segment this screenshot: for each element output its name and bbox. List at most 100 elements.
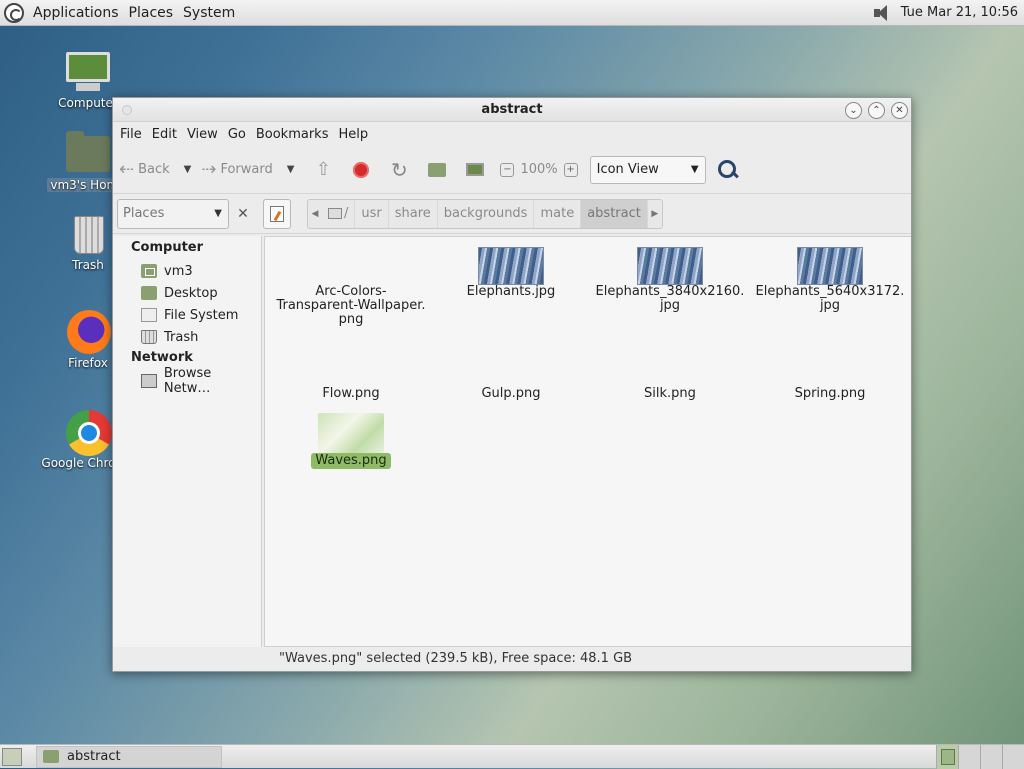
file-name: Gulp.png (481, 386, 541, 401)
menu-system[interactable]: System (178, 5, 240, 21)
minimize-button[interactable]: ⌄ (845, 102, 862, 119)
menu-file[interactable]: File (115, 127, 147, 142)
breadcrumb-backgrounds[interactable]: backgrounds (438, 199, 535, 228)
titlebar[interactable]: abstract ⌄ ⌃ ✕ (113, 98, 911, 122)
file-name: Elephants_5640x3172. jpg (755, 284, 905, 313)
sidebar-item-vm3[interactable]: vm3 (113, 260, 261, 282)
menu-help[interactable]: Help (333, 127, 373, 142)
computer-icon (66, 52, 110, 82)
back-button[interactable]: ⇠ Back (119, 159, 170, 180)
file-item[interactable]: Gulp.png (431, 349, 591, 401)
workspace-2[interactable] (958, 744, 980, 769)
sidebar-item-label: File System (164, 307, 239, 323)
file-item[interactable]: Spring.png (750, 349, 910, 401)
maximize-button[interactable]: ⌃ (868, 102, 885, 119)
view-mode-select[interactable]: Icon View ▼ (589, 155, 706, 184)
sidebar-heading-computer: Computer (131, 240, 204, 255)
file-name: Flow.png (322, 386, 380, 401)
workspace-switcher (936, 744, 1024, 769)
close-sidebar-icon[interactable]: ✕ (233, 206, 253, 222)
back-label: Back (138, 162, 170, 177)
workspace-1[interactable] (936, 744, 958, 769)
computer-icon (466, 163, 485, 176)
view-mode-value: Icon View (596, 162, 659, 177)
trash-icon (141, 330, 157, 344)
menu-view[interactable]: View (182, 127, 223, 142)
home-button[interactable] (424, 157, 450, 183)
file-name: Elephants.jpg (466, 284, 556, 299)
search-icon[interactable] (716, 158, 740, 182)
menu-applications[interactable]: Applications (28, 5, 124, 21)
clock[interactable]: Tue Mar 21, 10:56 (901, 5, 1020, 20)
firefox-icon (67, 310, 111, 354)
mate-logo-icon[interactable] (4, 2, 24, 23)
image-thumbnail (478, 247, 544, 285)
breadcrumb: ◀ / usr share backgrounds mate abstract … (307, 198, 663, 229)
zoom-out-button[interactable]: − (500, 162, 515, 177)
sidebar-item-file-system[interactable]: File System (113, 304, 261, 326)
computer-button[interactable] (462, 157, 488, 183)
menu-go[interactable]: Go (223, 127, 251, 142)
edit-location-icon (270, 205, 284, 222)
file-name: Spring.png (794, 386, 866, 401)
file-item[interactable]: Elephants.jpg (431, 247, 591, 299)
desktop-folder-icon (141, 286, 157, 300)
breadcrumb-mate[interactable]: mate (534, 199, 582, 228)
file-item[interactable]: Arc-Colors- Transparent-Wallpaper. png (271, 247, 431, 327)
reload-button[interactable]: ↻ (386, 157, 412, 183)
menu-edit[interactable]: Edit (147, 127, 182, 142)
file-item-selected[interactable]: Waves.png (271, 413, 431, 469)
workspace-4[interactable] (1002, 744, 1024, 769)
sidebar-item-label: Desktop (164, 285, 218, 301)
chevron-down-icon: ▼ (690, 164, 699, 175)
breadcrumb-usr[interactable]: usr (355, 199, 389, 228)
menu-bookmarks[interactable]: Bookmarks (251, 127, 334, 142)
file-item[interactable]: Elephants_3840x2160. jpg (590, 247, 750, 313)
workspace-3[interactable] (980, 744, 1002, 769)
file-item[interactable]: Silk.png (590, 349, 750, 401)
breadcrumb-share[interactable]: share (389, 199, 438, 228)
breadcrumb-scroll-right[interactable]: ▶ (648, 209, 662, 219)
sidebar-item-browse-network[interactable]: Browse Netw… (113, 366, 261, 396)
network-icon (141, 374, 157, 388)
forward-history-dropdown[interactable]: ▼ (287, 164, 295, 175)
file-view[interactable]: Arc-Colors- Transparent-Wallpaper. png Ele… (264, 236, 911, 647)
file-item[interactable]: Flow.png (271, 349, 431, 401)
forward-label: Forward (220, 162, 273, 177)
home-folder-icon (141, 264, 157, 278)
back-arrow-icon: ⇠ (119, 159, 135, 180)
image-thumbnail (478, 349, 544, 387)
breadcrumb-scroll-left[interactable]: ◀ (308, 209, 322, 219)
stop-button[interactable] (348, 157, 374, 183)
image-thumbnail (797, 349, 863, 387)
file-name: Silk.png (644, 386, 696, 401)
file-item[interactable]: Elephants_5640x3172. jpg (750, 247, 910, 313)
top-panel: Applications Places System Tue Mar 21, 1… (0, 0, 1024, 26)
close-button[interactable]: ✕ (891, 102, 908, 119)
image-thumbnail (797, 247, 863, 285)
menu-places[interactable]: Places (124, 5, 179, 21)
breadcrumb-abstract[interactable]: abstract (581, 199, 648, 228)
volume-icon[interactable] (871, 4, 893, 22)
show-desktop-icon[interactable] (2, 747, 22, 766)
menubar: File Edit View Go Bookmarks Help (113, 122, 911, 146)
breadcrumb-root[interactable]: / (322, 199, 356, 228)
toggle-location-entry-button[interactable] (263, 198, 291, 229)
sidebar-item-desktop[interactable]: Desktop (113, 282, 261, 304)
location-bar: Places ▼ ✕ ◀ / usr share backgrounds mat… (113, 194, 911, 234)
back-history-dropdown[interactable]: ▼ (184, 164, 192, 175)
status-bar: "Waves.png" selected (239.5 kB), Free sp… (279, 651, 633, 666)
home-folder-icon (66, 131, 110, 172)
drive-icon (141, 308, 157, 322)
zoom-in-button[interactable]: + (563, 162, 578, 177)
taskbar-button-abstract[interactable]: abstract (36, 745, 222, 768)
sidebar-item-label: Trash (164, 329, 199, 345)
sidebar-type-select[interactable]: Places ▼ (117, 198, 229, 229)
up-button[interactable]: ⇧ (310, 157, 336, 183)
taskbar-label: abstract (67, 749, 121, 764)
sidebar-item-label: Browse Netw… (163, 366, 212, 396)
sidebar-item-trash[interactable]: Trash (113, 326, 261, 348)
stop-icon (353, 161, 370, 178)
zoom-level[interactable]: 100% (520, 162, 557, 177)
forward-button[interactable]: ⇢ Forward (201, 159, 272, 180)
